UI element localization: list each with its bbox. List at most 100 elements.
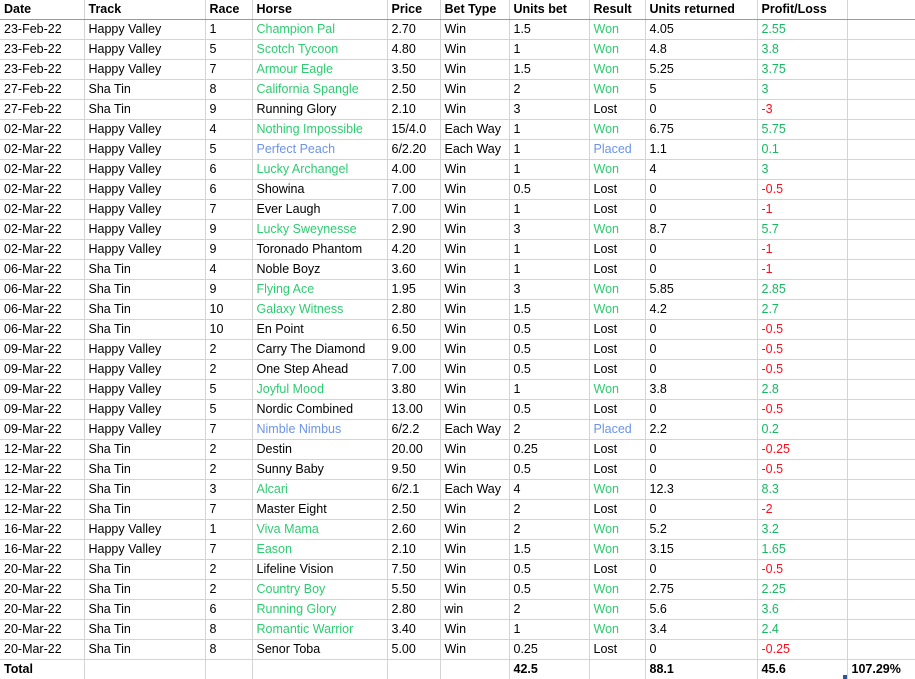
cell-units-returned[interactable]: 0 <box>645 260 757 280</box>
cell-horse[interactable]: Armour Eagle <box>252 60 387 80</box>
cell-track[interactable]: Happy Valley <box>84 40 205 60</box>
cell-units-returned[interactable]: 4 <box>645 160 757 180</box>
cell-extra[interactable] <box>847 120 915 140</box>
cell-price[interactable]: 2.70 <box>387 20 440 40</box>
cell-price[interactable]: 2.80 <box>387 300 440 320</box>
cell-horse[interactable]: Joyful Mood <box>252 380 387 400</box>
cell-race[interactable]: 7 <box>205 200 252 220</box>
cell-units-returned[interactable]: 0 <box>645 400 757 420</box>
cell-race[interactable]: 9 <box>205 280 252 300</box>
cell-race[interactable]: 1 <box>205 520 252 540</box>
cell-track[interactable]: Sha Tin <box>84 100 205 120</box>
cell-price[interactable]: 2.50 <box>387 500 440 520</box>
cell-units-bet[interactable]: 1 <box>509 120 589 140</box>
cell-profit-loss[interactable]: 3 <box>757 80 847 100</box>
cell-units-bet[interactable]: 0.5 <box>509 460 589 480</box>
cell-date[interactable]: 09-Mar-22 <box>0 400 84 420</box>
cell-date[interactable]: 20-Mar-22 <box>0 560 84 580</box>
cell-units-returned[interactable]: 0 <box>645 500 757 520</box>
cell-race[interactable]: 2 <box>205 580 252 600</box>
cell-units-returned[interactable]: 5 <box>645 80 757 100</box>
cell-result[interactable]: Placed <box>589 420 645 440</box>
cell-race[interactable]: 6 <box>205 600 252 620</box>
cell-extra[interactable] <box>847 180 915 200</box>
cell-horse[interactable]: Country Boy <box>252 580 387 600</box>
cell-horse[interactable]: Nimble Nimbus <box>252 420 387 440</box>
cell-profit-loss[interactable]: -0.5 <box>757 560 847 580</box>
cell-price[interactable]: 2.10 <box>387 540 440 560</box>
cell-result[interactable]: Placed <box>589 140 645 160</box>
cell-price[interactable]: 2.50 <box>387 80 440 100</box>
cell-units-returned[interactable]: 0 <box>645 560 757 580</box>
cell-track[interactable]: Sha Tin <box>84 260 205 280</box>
cell-date[interactable]: 12-Mar-22 <box>0 500 84 520</box>
cell-result[interactable]: Won <box>589 540 645 560</box>
cell-units-bet[interactable]: 0.5 <box>509 180 589 200</box>
cell-bet-type[interactable]: Win <box>440 460 509 480</box>
cell-race[interactable]: 5 <box>205 380 252 400</box>
cell-units-bet[interactable]: 1.5 <box>509 60 589 80</box>
cell-extra[interactable] <box>847 200 915 220</box>
cell-price[interactable]: 6/2.1 <box>387 480 440 500</box>
cell-horse[interactable]: Running Glory <box>252 600 387 620</box>
column-header-result[interactable]: Result <box>589 0 645 20</box>
cell-horse[interactable]: Scotch Tycoon <box>252 40 387 60</box>
cell-date[interactable]: 02-Mar-22 <box>0 200 84 220</box>
cell-bet-type[interactable]: Win <box>440 580 509 600</box>
cell-extra[interactable] <box>847 280 915 300</box>
cell-units-bet[interactable]: 1.5 <box>509 300 589 320</box>
cell-bet-type[interactable]: Win <box>440 260 509 280</box>
cell-horse[interactable]: California Spangle <box>252 80 387 100</box>
cell-race[interactable]: 4 <box>205 120 252 140</box>
column-header-extra[interactable] <box>847 0 915 20</box>
cell-price[interactable]: 3.50 <box>387 60 440 80</box>
cell-result[interactable]: Lost <box>589 200 645 220</box>
cell-race[interactable]: 7 <box>205 540 252 560</box>
cell-bet-type[interactable]: Win <box>440 280 509 300</box>
cell-profit-loss[interactable]: -0.5 <box>757 180 847 200</box>
cell-date[interactable]: 23-Feb-22 <box>0 20 84 40</box>
cell-units-bet[interactable]: 4 <box>509 480 589 500</box>
cell-horse[interactable]: Nothing Impossible <box>252 120 387 140</box>
cell-date[interactable]: 06-Mar-22 <box>0 260 84 280</box>
cell-extra[interactable] <box>847 20 915 40</box>
cell-date[interactable]: 20-Mar-22 <box>0 600 84 620</box>
cell-result[interactable]: Lost <box>589 360 645 380</box>
cell-units-bet[interactable]: 2 <box>509 600 589 620</box>
cell-date[interactable]: 06-Mar-22 <box>0 320 84 340</box>
cell-profit-loss[interactable]: -0.5 <box>757 460 847 480</box>
cell-horse[interactable]: Destin <box>252 440 387 460</box>
cell-track[interactable]: Happy Valley <box>84 160 205 180</box>
column-header-date[interactable]: Date <box>0 0 84 20</box>
cell-bet-type[interactable]: Win <box>440 360 509 380</box>
cell-race[interactable]: 6 <box>205 180 252 200</box>
cell-price[interactable]: 7.00 <box>387 200 440 220</box>
cell-date[interactable]: 27-Feb-22 <box>0 80 84 100</box>
cell-bet-type[interactable]: Win <box>440 20 509 40</box>
cell-units-bet[interactable]: 0.5 <box>509 560 589 580</box>
column-header-race[interactable]: Race <box>205 0 252 20</box>
cell-bet-type[interactable]: Win <box>440 160 509 180</box>
cell-track[interactable]: Happy Valley <box>84 540 205 560</box>
cell-race[interactable]: 2 <box>205 340 252 360</box>
cell-extra[interactable] <box>847 640 915 660</box>
cell-price[interactable]: 4.00 <box>387 160 440 180</box>
cell-date[interactable]: 23-Feb-22 <box>0 60 84 80</box>
cell-units-returned[interactable]: 5.2 <box>645 520 757 540</box>
cell-units-returned[interactable]: 2.75 <box>645 580 757 600</box>
cell-price[interactable]: 3.60 <box>387 260 440 280</box>
cell-units-returned[interactable]: 5.6 <box>645 600 757 620</box>
cell-horse[interactable]: Romantic Warrior <box>252 620 387 640</box>
cell-race[interactable]: 2 <box>205 440 252 460</box>
cell-profit-loss[interactable]: 0.2 <box>757 420 847 440</box>
cell-units-bet[interactable]: 1 <box>509 160 589 180</box>
cell-profit-loss[interactable]: -0.5 <box>757 400 847 420</box>
cell-horse[interactable]: Ever Laugh <box>252 200 387 220</box>
cell-horse[interactable]: En Point <box>252 320 387 340</box>
cell-result[interactable]: Won <box>589 120 645 140</box>
cell-profit-loss[interactable]: 1.65 <box>757 540 847 560</box>
cell-units-bet[interactable]: 0.5 <box>509 400 589 420</box>
cell-units-returned[interactable]: 3.8 <box>645 380 757 400</box>
cell-profit-loss[interactable]: -1 <box>757 260 847 280</box>
cell-units-returned[interactable]: 0 <box>645 340 757 360</box>
